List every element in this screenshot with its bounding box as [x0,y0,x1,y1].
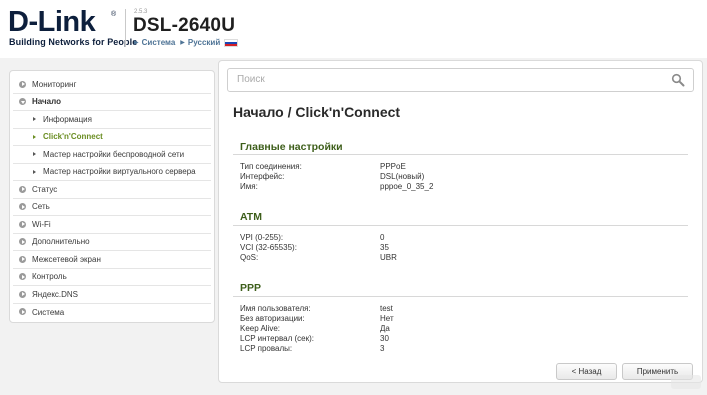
sidebar-item-label: Мастер настройки беспроводной сети [43,149,185,159]
model-name: DSL-2640U [133,15,236,36]
header-divider [125,9,126,47]
field-label-interface: Интерфейс: [240,172,285,181]
field-value-vci: 35 [380,243,389,252]
sidebar-item-label: Система [32,307,65,317]
field-label-vpi: VPI (0-255): [240,233,284,242]
language-link[interactable]: Русский [188,38,220,47]
sidebar-item-label: Click'n'Connect [43,132,103,142]
expand-icon [19,273,26,280]
sidebar-item-wifi[interactable]: Wi-Fi [13,216,211,234]
sidebar-item-label: Мониторинг [32,79,77,89]
sidebar-item-label: Информация [43,114,92,124]
sidebar-item-label: Статус [32,184,58,194]
sidebar-subitem-click-n-connect[interactable]: Click'n'Connect [13,129,211,146]
expand-icon [19,238,26,245]
field-label-no-auth: Без авторизации: [240,314,305,323]
collapse-icon [19,98,26,105]
search-box[interactable] [227,68,694,92]
field-label-lcp-interval: LCP интервал (сек): [240,334,314,343]
section-divider [233,154,688,155]
system-link[interactable]: Система [142,38,176,47]
expand-icon [19,290,26,298]
section-title-ppp: PPP [240,282,262,294]
field-label-lcp-fails: LCP провалы: [240,344,293,353]
expand-icon [19,80,26,88]
expand-icon [19,255,26,263]
sidebar-item-system[interactable]: Система [13,304,211,322]
sidebar-item-firewall[interactable]: Межсетевой экран [13,251,211,269]
field-value-username: test [380,304,393,313]
triangle-right-icon [33,169,36,174]
field-label-qos: QoS: [240,253,259,262]
field-value-lcp-interval: 30 [380,334,389,343]
sidebar-item-network[interactable]: Сеть [13,199,211,216]
sidebar-subitem-information[interactable]: Информация [13,111,211,129]
logo-tagline: Building Networks for People [9,37,138,47]
field-value-lcp-fails: 3 [380,344,385,353]
triangle-right-icon [33,117,36,121]
field-value-connection-type: PPPoE [380,162,406,171]
field-value-qos: UBR [380,253,397,262]
section-title-atm: ATM [240,211,262,223]
sidebar-item-label: Яндекс.DNS [32,289,79,299]
expand-icon [19,185,26,193]
sidebar-item-status[interactable]: Статус [13,181,211,199]
field-value-name: pppoe_0_35_2 [380,182,434,191]
header-links: ▶ Система ▶ Русский [134,38,239,47]
sidebar-item-label: Контроль [32,272,67,282]
sidebar-item-label: Wi-Fi [32,219,51,229]
section-divider [233,296,688,297]
section-title-main-settings: Главные настройки [240,141,343,153]
main-panel: Начало / Click'n'Connect Главные настрой… [218,60,703,383]
sidebar-item-yandex-dns[interactable]: Яндекс.DNS [13,286,211,304]
watermark [671,375,701,389]
field-value-vpi: 0 [380,233,385,242]
sidebar-subitem-wireless-wizard[interactable]: Мастер настройки беспроводной сети [13,146,211,164]
expand-icon [19,220,26,228]
field-value-no-auth: Нет [380,314,394,323]
field-label-name: Имя: [240,182,258,191]
sidebar-item-label: Сеть [32,202,50,212]
section-divider [233,225,688,226]
page-title: Начало / Click'n'Connect [233,104,401,120]
sidebar-item-monitoring[interactable]: Мониторинг [13,76,211,94]
sidebar-item-label: Межсетевой экран [32,254,101,264]
expand-icon [19,308,26,315]
header-bar: D-Link ® Building Networks for People 2.… [0,0,707,58]
sidebar-menu: Мониторинг Начало Информация Click'n'Con… [9,70,215,323]
triangle-right-icon [33,134,36,139]
sidebar-item-start[interactable]: Начало [13,94,211,111]
dlink-logo[interactable]: D-Link [8,7,96,37]
sidebar-item-label: Начало [32,97,61,107]
search-input[interactable] [237,74,657,85]
back-button[interactable]: < Назад [556,363,617,380]
triangle-right-icon [33,152,36,156]
sidebar-subitem-virtual-server-wizard[interactable]: Мастер настройки виртуального сервера [13,164,211,181]
arrow-right-icon: ▶ [134,40,139,46]
field-label-vci: VCI (32-65535): [240,243,297,252]
sidebar-item-label: Дополнительно [32,237,90,247]
search-icon[interactable] [671,73,685,87]
field-label-connection-type: Тип соединения: [240,162,302,171]
sidebar-item-label: Мастер настройки виртуального сервера [43,167,196,177]
field-value-interface: DSL(новый) [380,172,425,181]
field-label-keep-alive: Keep Alive: [240,324,281,333]
expand-icon [19,203,26,210]
sidebar-item-advanced[interactable]: Дополнительно [13,234,211,251]
sidebar-item-control[interactable]: Контроль [13,269,211,286]
registered-mark: ® [111,11,117,18]
russian-flag-icon[interactable] [224,38,239,47]
field-value-keep-alive: Да [380,324,390,333]
field-label-username: Имя пользователя: [240,304,311,313]
arrow-right-icon: ▶ [180,40,185,46]
